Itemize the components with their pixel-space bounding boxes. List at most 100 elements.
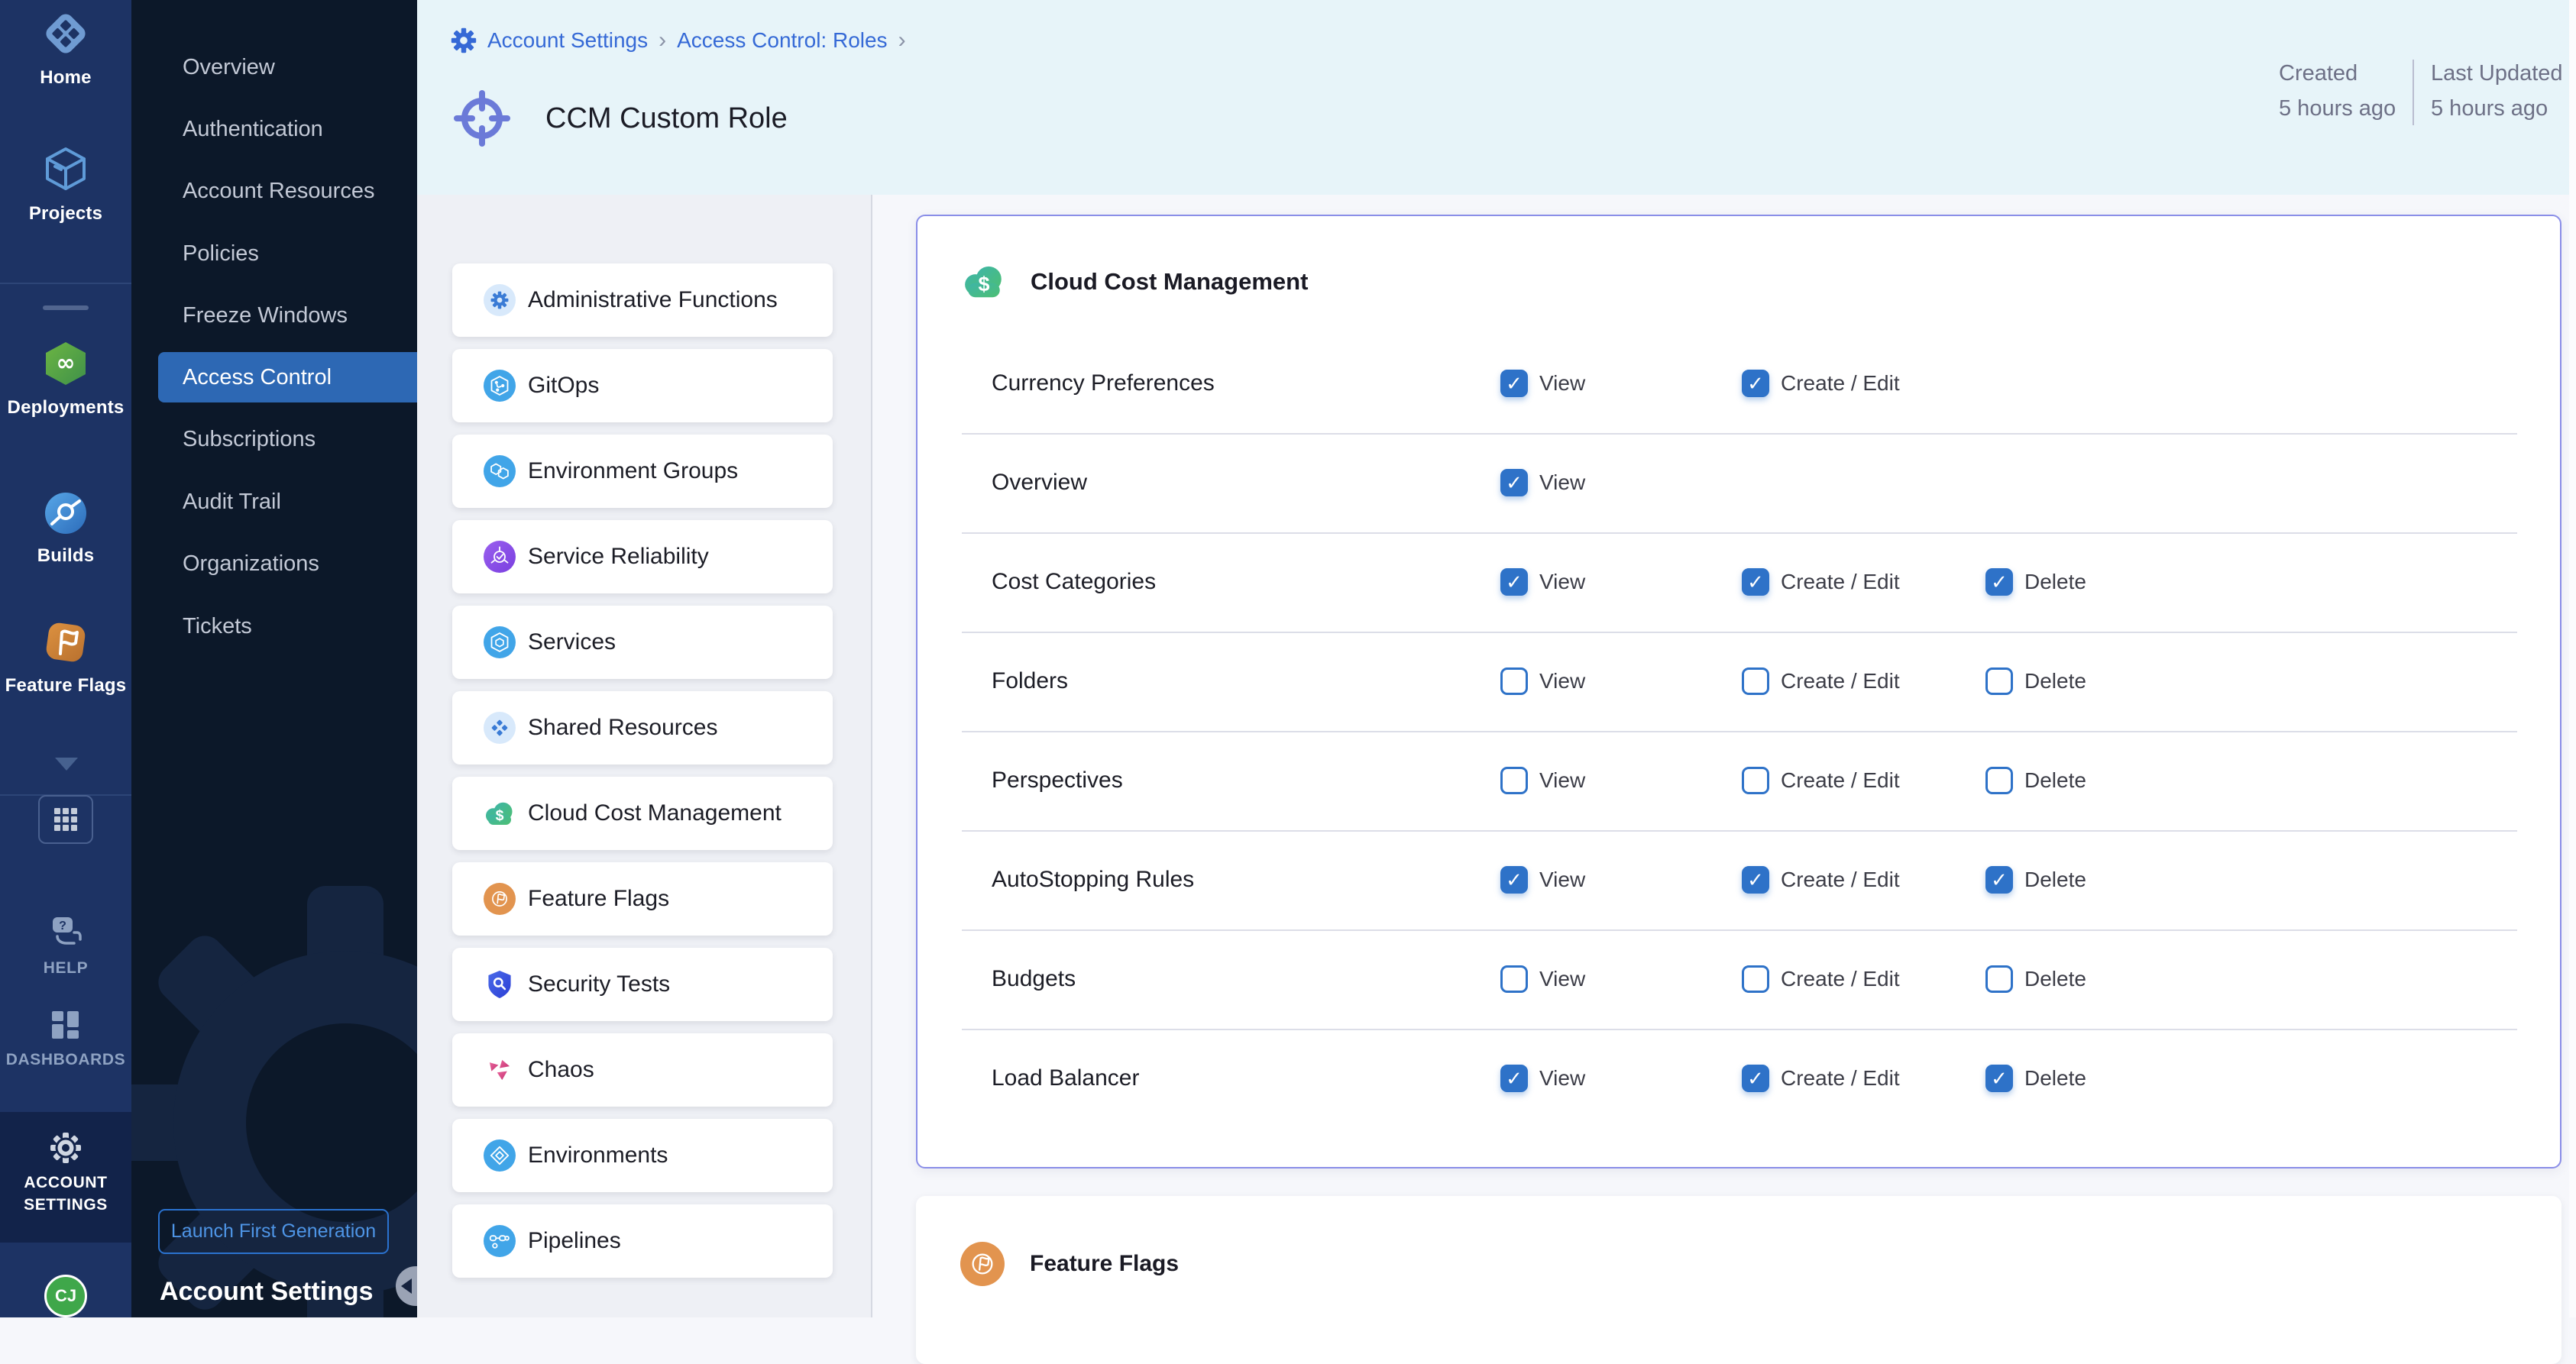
permission-row: Folders View Create / Edit Delete xyxy=(917,654,2560,709)
view-checkbox[interactable]: View xyxy=(1500,767,1585,794)
create-edit-checkbox[interactable]: Create / Edit xyxy=(1742,667,1900,695)
sidebar-item-help[interactable]: ? HELP xyxy=(0,913,131,978)
category-administrative-functions[interactable]: Administrative Functions xyxy=(452,263,833,337)
checkbox-label: Delete xyxy=(2024,1066,2086,1091)
category-environments[interactable]: Environments xyxy=(452,1119,833,1192)
category-label: Security Tests xyxy=(528,971,670,997)
sidebar-item-feature-flags[interactable]: Feature Flags xyxy=(0,620,131,697)
collapse-left-icon xyxy=(401,1278,412,1294)
scrollbar-track[interactable] xyxy=(2569,0,2576,1317)
checkbox-label: Delete xyxy=(2024,868,2086,892)
nav-item-account-resources[interactable]: Account Resources xyxy=(158,166,417,216)
chevron-down-icon[interactable] xyxy=(55,758,78,771)
sidebar-item-builds[interactable]: Builds xyxy=(0,492,131,567)
view-checkbox[interactable]: View xyxy=(1500,866,1585,894)
sidebar-item-projects[interactable]: Projects xyxy=(0,145,131,225)
nav-item-tickets[interactable]: Tickets xyxy=(158,601,417,651)
checkbox-label: Create / Edit xyxy=(1781,669,1900,693)
view-checkbox[interactable]: View xyxy=(1500,469,1585,496)
category-pipelines[interactable]: Pipelines xyxy=(452,1204,833,1278)
create-edit-checkbox[interactable]: Create / Edit xyxy=(1742,1065,1900,1092)
category-label: Chaos xyxy=(528,1057,594,1083)
permission-row: AutoStopping Rules View Create / Edit De… xyxy=(917,852,2560,907)
delete-checkbox[interactable]: Delete xyxy=(1985,1065,2086,1092)
category-shared-resources[interactable]: Shared Resources xyxy=(452,691,833,764)
nav-item-authentication[interactable]: Authentication xyxy=(158,104,417,154)
nav-item-organizations[interactable]: Organizations xyxy=(158,538,417,589)
sidebar-item-account-settings[interactable]: ACCOUNT SETTINGS xyxy=(0,1112,131,1243)
category-cloud-cost-management[interactable]: $ Cloud Cost Management xyxy=(452,777,833,850)
checkbox-label: View xyxy=(1539,868,1585,892)
delete-checkbox[interactable]: Delete xyxy=(1985,965,2086,993)
checkbox-label: Delete xyxy=(2024,768,2086,793)
security-tests-shield-icon xyxy=(484,968,516,1000)
category-services[interactable]: Services xyxy=(452,606,833,679)
nav-item-subscriptions[interactable]: Subscriptions xyxy=(158,414,417,464)
checkbox-label: View xyxy=(1539,768,1585,793)
category-label: GitOps xyxy=(528,373,599,399)
sidebar-item-deployments[interactable]: ∞ Deployments xyxy=(0,341,131,419)
nav-item-access-control[interactable]: Access Control xyxy=(158,352,417,402)
category-environment-groups[interactable]: Environment Groups xyxy=(452,435,833,508)
gear-icon xyxy=(50,1132,82,1168)
help-chat-icon: ? xyxy=(48,913,83,952)
nav-item-policies[interactable]: Policies xyxy=(158,228,417,279)
breadcrumb-access-control-roles[interactable]: Access Control: Roles xyxy=(677,28,887,53)
module-selector-button[interactable] xyxy=(38,795,93,844)
category-feature-flags[interactable]: Feature Flags xyxy=(452,862,833,936)
permission-row: Perspectives View Create / Edit Delete xyxy=(917,753,2560,808)
avatar-initials: CJ xyxy=(55,1286,76,1306)
breadcrumb: Account Settings › Access Control: Roles… xyxy=(451,27,906,53)
breadcrumb-account-settings[interactable]: Account Settings xyxy=(487,28,648,53)
cloud-cost-icon: $ xyxy=(484,797,516,829)
avatar[interactable]: CJ xyxy=(44,1275,87,1317)
sidebar-item-label: HELP xyxy=(44,959,88,978)
create-edit-checkbox[interactable]: Create / Edit xyxy=(1742,965,1900,993)
category-security-tests[interactable]: Security Tests xyxy=(452,948,833,1021)
nav-item-freeze-windows[interactable]: Freeze Windows xyxy=(158,290,417,341)
category-gitops[interactable]: GitOps xyxy=(452,349,833,422)
nav-item-audit-trail[interactable]: Audit Trail xyxy=(158,477,417,527)
view-checkbox[interactable]: View xyxy=(1500,667,1585,695)
feature-flags-icon xyxy=(960,1242,1005,1286)
category-chaos[interactable]: Chaos xyxy=(452,1033,833,1107)
create-edit-checkbox[interactable]: Create / Edit xyxy=(1742,370,1900,397)
create-edit-checkbox[interactable]: Create / Edit xyxy=(1742,866,1900,894)
row-divider xyxy=(962,830,2517,832)
delete-checkbox[interactable]: Delete xyxy=(1985,568,2086,596)
page-title: CCM Custom Role xyxy=(545,102,788,135)
last-updated-value: 5 hours ago xyxy=(2431,95,2563,122)
permission-row-label: Currency Preferences xyxy=(992,370,1215,396)
nav-item-overview[interactable]: Overview xyxy=(158,42,417,92)
category-label: Administrative Functions xyxy=(528,287,778,313)
permission-row-label: Load Balancer xyxy=(992,1065,1139,1091)
view-checkbox[interactable]: View xyxy=(1500,568,1585,596)
delete-checkbox[interactable]: Delete xyxy=(1985,767,2086,794)
panel-header: $ Cloud Cost Management xyxy=(962,263,1308,299)
category-service-reliability[interactable]: Service Reliability xyxy=(452,520,833,593)
dashboards-grid-icon xyxy=(50,1010,81,1044)
delete-checkbox[interactable]: Delete xyxy=(1985,667,2086,695)
role-crosshair-icon xyxy=(452,89,512,148)
sidebar-drag-handle xyxy=(43,305,89,310)
category-label: Shared Resources xyxy=(528,715,717,741)
create-edit-checkbox[interactable]: Create / Edit xyxy=(1742,767,1900,794)
sidebar-item-label: Home xyxy=(40,67,91,89)
sidebar-item-label: ACCOUNT xyxy=(24,1172,107,1193)
module-sidebar: Home Projects ∞ Deployments xyxy=(0,0,131,1317)
checkbox-label: View xyxy=(1539,371,1585,396)
sidebar-item-dashboards[interactable]: DASHBOARDS xyxy=(0,1010,131,1069)
view-checkbox[interactable]: View xyxy=(1500,370,1585,397)
create-edit-checkbox[interactable]: Create / Edit xyxy=(1742,568,1900,596)
sidebar-item-label: Projects xyxy=(29,203,102,225)
delete-checkbox[interactable]: Delete xyxy=(1985,866,2086,894)
view-checkbox[interactable]: View xyxy=(1500,965,1585,993)
sidebar-item-home[interactable]: Home xyxy=(0,11,131,89)
permissions-panel: $ Cloud Cost Management Currency Prefere… xyxy=(916,215,2561,1168)
checkbox-label: View xyxy=(1539,1066,1585,1091)
launch-first-generation-button[interactable]: Launch First Generation xyxy=(158,1209,389,1254)
view-checkbox[interactable]: View xyxy=(1500,1065,1585,1092)
category-label: Pipelines xyxy=(528,1228,621,1254)
panel-header: Feature Flags xyxy=(960,1242,1179,1286)
nav-footer-title: Account Settings xyxy=(160,1277,374,1307)
